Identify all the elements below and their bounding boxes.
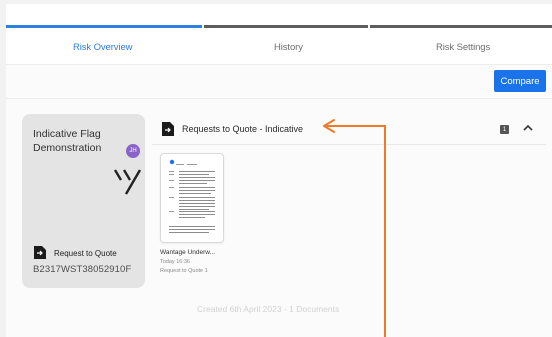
section-header: Requests to Quote - Indicative 1 (152, 114, 546, 145)
tab-risk-overview[interactable]: Risk Overview (73, 42, 133, 53)
document-arrow-icon (34, 246, 46, 259)
card-title: Indicative Flag Demonstration (33, 127, 101, 155)
document-name[interactable]: Wantage Underw... (160, 249, 215, 256)
avatar: JH (126, 144, 140, 158)
tab-history[interactable]: History (274, 42, 303, 53)
compare-button[interactable]: Compare (494, 70, 546, 92)
risk-card[interactable]: Indicative Flag Demonstration JH Request… (22, 114, 145, 288)
created-info: Created 6th April 2023 - 1 Documents (197, 304, 340, 314)
count-badge: 1 (500, 125, 509, 134)
document-arrow-icon (162, 122, 174, 136)
tab-indicator-active (6, 25, 202, 28)
card-title-line2: Demonstration (33, 142, 102, 154)
tab-risk-settings[interactable]: Risk Settings (436, 42, 490, 53)
chevron-up-icon[interactable] (522, 122, 534, 134)
tab-indicator (370, 25, 552, 28)
document-preview-icon (169, 159, 215, 233)
divider (6, 98, 552, 99)
section-title: Requests to Quote - Indicative (182, 124, 304, 134)
brand-logo-icon (113, 169, 142, 195)
request-to-quote-label: Request to Quote (54, 249, 117, 258)
card-title-line1: Indicative Flag (33, 128, 101, 140)
tab-indicator (204, 25, 368, 28)
risk-code: B2317WST38052910F (33, 264, 132, 275)
document-thumbnail[interactable] (160, 153, 224, 243)
document-date: Today 16:36 (160, 259, 190, 265)
tab-bar: Risk Overview History Risk Settings (6, 4, 552, 65)
document-request: Request to Quote 1 (160, 268, 208, 274)
